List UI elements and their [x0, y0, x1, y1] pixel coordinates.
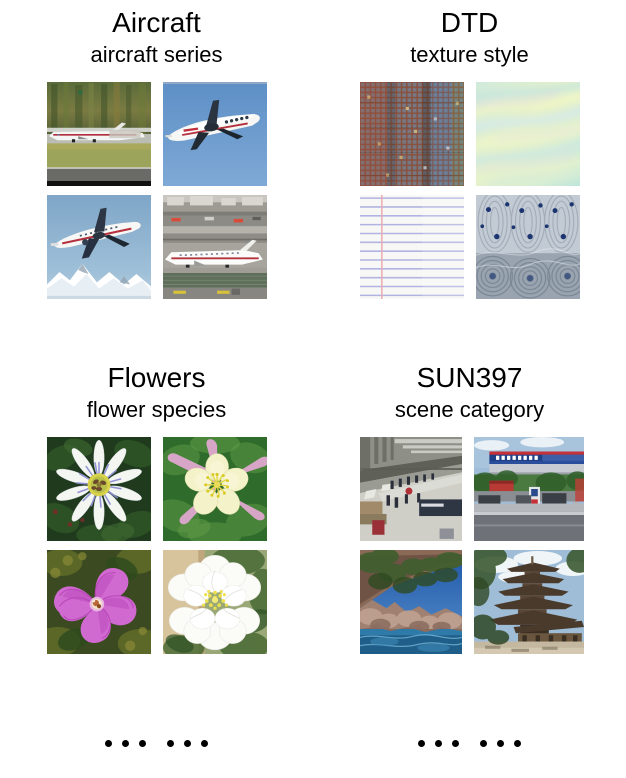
dataset-subtitle-dtd: texture style [410, 42, 529, 67]
ellipsis-dot-group [480, 740, 521, 747]
dataset-panel-aircraft: Aircraft aircraft series [0, 6, 313, 299]
ellipsis-dot [139, 740, 146, 747]
dataset-title-aircraft: Aircraft [112, 7, 201, 38]
thumbnail-smeared-pastel-texture [475, 82, 580, 186]
thumbnail-airliner-on-runway-autumn-trees [46, 82, 151, 186]
ellipsis-dot [452, 740, 459, 747]
dataset-subtitle-flowers: flower species [86, 397, 227, 422]
thumbnail-grid-texture-building-windows [359, 82, 464, 186]
dataset-overview-figure: Aircraft aircraft series DTD texture sty… [0, 0, 626, 778]
ellipsis-dot-group [105, 740, 146, 747]
thumbnail-grid-dtd [359, 82, 580, 299]
dataset-panel-dtd: DTD texture style [313, 6, 626, 299]
ellipsis-dot [514, 740, 521, 747]
thumbnail-japanese-pagoda-temple [473, 550, 584, 654]
thumbnail-business-jet-climbing-blue-sky [162, 82, 267, 186]
dataset-subtitle-aircraft: aircraft series [90, 42, 223, 67]
dataset-title-flowers: Flowers [107, 362, 206, 393]
thumbnail-grid-aircraft [46, 82, 267, 299]
ellipsis-dot [418, 740, 425, 747]
thumbnail-spiral-fractal-texture [475, 195, 580, 299]
ellipsis-dot [497, 740, 504, 747]
thumbnail-grid-sun397 [359, 437, 584, 654]
dataset-panel-sun397: SUN397 scene category [313, 361, 626, 654]
ellipsis-dot [480, 740, 487, 747]
ellipsis-dot [435, 740, 442, 747]
thumbnail-train-station-platform [359, 437, 462, 541]
thumbnail-gas-station-marathon [473, 437, 584, 541]
thumbnail-rocky-coastline-cliff [359, 550, 462, 654]
ellipsis-dot [201, 740, 208, 747]
dataset-title-dtd: DTD [440, 7, 499, 38]
thumbnail-grid-flowers [46, 437, 267, 654]
dataset-title-sun397: SUN397 [416, 362, 523, 393]
dataset-panel-flowers: Flowers flower species [0, 361, 313, 654]
ellipsis-dot [167, 740, 174, 747]
thumbnail-regional-jet-over-snow-mountains [46, 195, 151, 299]
thumbnail-airliner-at-airport-apron [162, 195, 267, 299]
ellipsis-dot-group [418, 740, 459, 747]
thumbnail-pink-mallow-flower [46, 550, 151, 654]
continuation-ellipsis-left [0, 740, 313, 747]
ellipsis-dot [105, 740, 112, 747]
thumbnail-lined-notebook-paper-texture [359, 195, 464, 299]
thumbnail-passion-flower [46, 437, 151, 541]
ellipsis-dot [184, 740, 191, 747]
ellipsis-dot-group [167, 740, 208, 747]
thumbnail-white-camellia-flower [162, 550, 267, 654]
continuation-ellipsis-right [313, 740, 626, 747]
ellipsis-dot [122, 740, 129, 747]
thumbnail-columbine-flower [162, 437, 267, 541]
dataset-subtitle-sun397: scene category [394, 397, 545, 422]
